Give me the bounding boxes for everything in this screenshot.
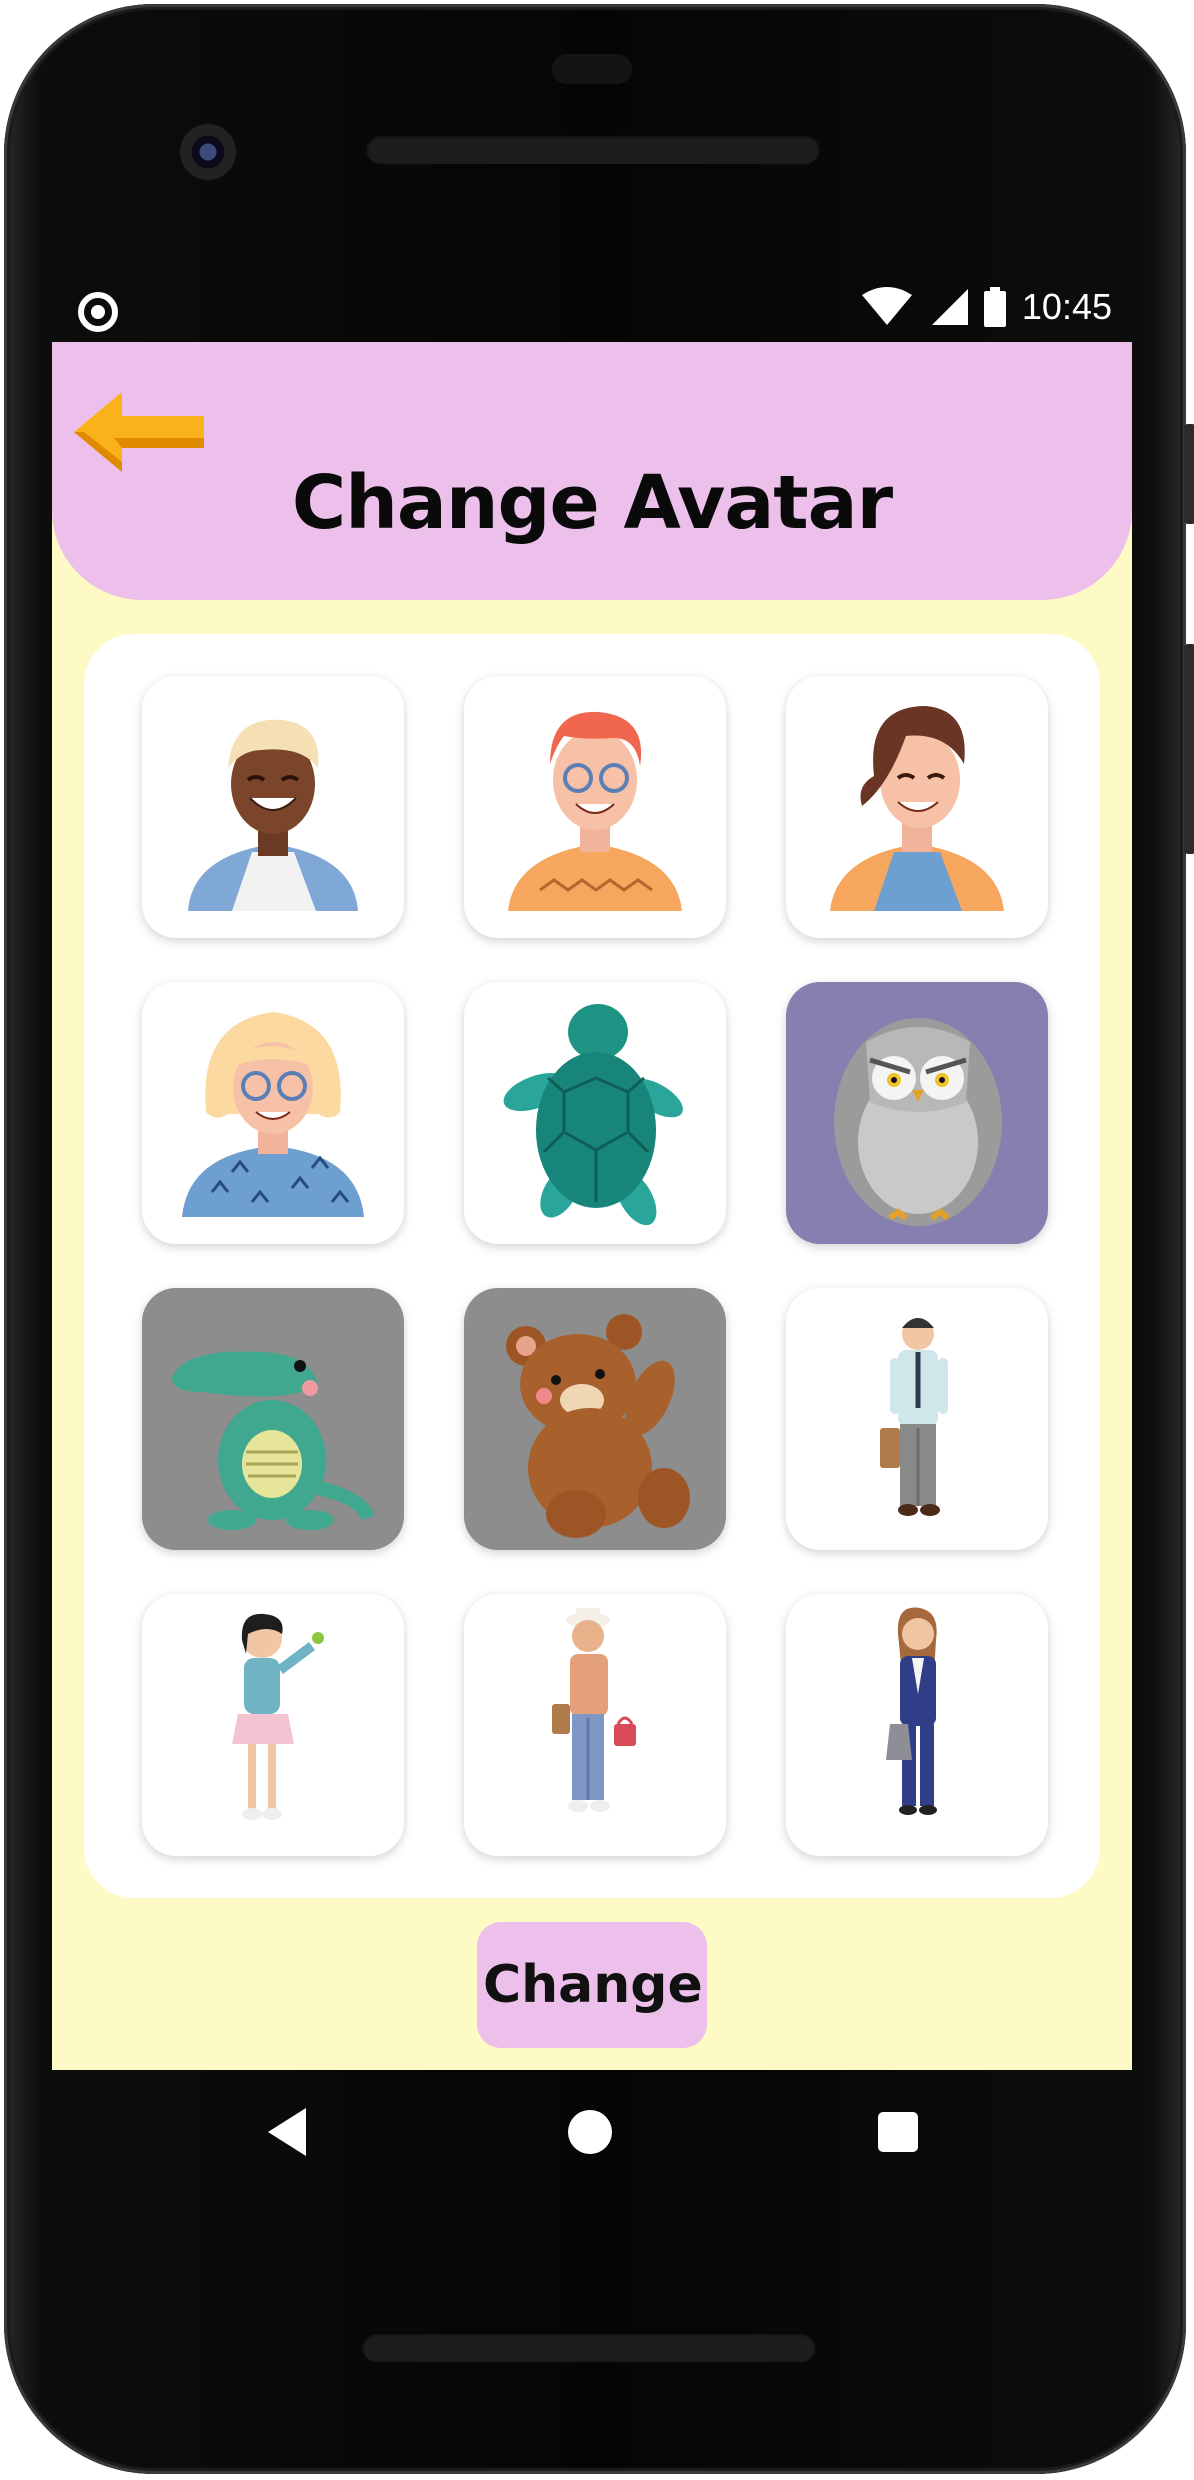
status-icons: 10:45 xyxy=(861,286,1112,328)
avatar-tile-11[interactable] xyxy=(464,1594,726,1856)
page-title: Change Avatar xyxy=(291,460,893,546)
avatar-tile-2[interactable] xyxy=(464,676,726,938)
avatar-tile-1[interactable] xyxy=(142,676,404,938)
businesswoman-avatar-icon xyxy=(886,1607,937,1815)
status-time: 10:45 xyxy=(1021,286,1112,327)
woman-glasses-avatar-icon xyxy=(182,1012,364,1217)
man-avatar-icon xyxy=(188,719,358,911)
avatar-tile-7[interactable] xyxy=(142,1288,404,1550)
woman-avatar-icon xyxy=(830,706,1004,911)
avatar-tile-10[interactable] xyxy=(142,1594,404,1856)
man-glasses-avatar-icon xyxy=(508,711,682,911)
header: Change Avatar xyxy=(52,342,1132,600)
power-button xyxy=(1184,424,1194,524)
teddy-bear-avatar-icon xyxy=(506,1314,690,1538)
signal-icon xyxy=(931,289,968,325)
avatar-tile-12[interactable] xyxy=(786,1594,1048,1856)
avatar-grid xyxy=(84,634,1100,1898)
change-button[interactable]: Change xyxy=(477,1922,707,2048)
avatar-tile-6[interactable] xyxy=(786,982,1048,1244)
wifi-icon xyxy=(861,287,912,325)
bottom-speaker xyxy=(362,2332,816,2362)
nav-home-icon[interactable] xyxy=(568,2110,612,2154)
avatar-tile-8[interactable] xyxy=(464,1288,726,1550)
status-bar: 10:45 xyxy=(52,282,1132,342)
turtle-avatar-icon xyxy=(503,1004,683,1226)
earpiece-speaker xyxy=(366,134,820,164)
owl-avatar-icon xyxy=(834,1018,1002,1226)
avatar-tile-9[interactable] xyxy=(786,1288,1048,1550)
sensor xyxy=(552,54,632,84)
volume-button xyxy=(1184,644,1194,854)
nav-recent-icon[interactable] xyxy=(878,2112,918,2152)
navigation-bar xyxy=(52,2070,1132,2200)
avatar-tile-3[interactable] xyxy=(786,676,1048,938)
traveler-avatar-icon xyxy=(552,1608,636,1812)
avatar-tile-5[interactable] xyxy=(464,982,726,1244)
crocodile-avatar-icon xyxy=(172,1351,375,1530)
battery-icon xyxy=(983,287,1006,327)
nav-back-icon[interactable] xyxy=(268,2108,306,2156)
businessman-avatar-icon xyxy=(880,1318,948,1516)
avatar-tile-4[interactable] xyxy=(142,982,404,1244)
record-icon xyxy=(78,292,118,332)
front-camera xyxy=(180,124,236,180)
app-screen: Change Avatar Change xyxy=(52,342,1132,2070)
girl-avatar-icon xyxy=(232,1613,324,1820)
